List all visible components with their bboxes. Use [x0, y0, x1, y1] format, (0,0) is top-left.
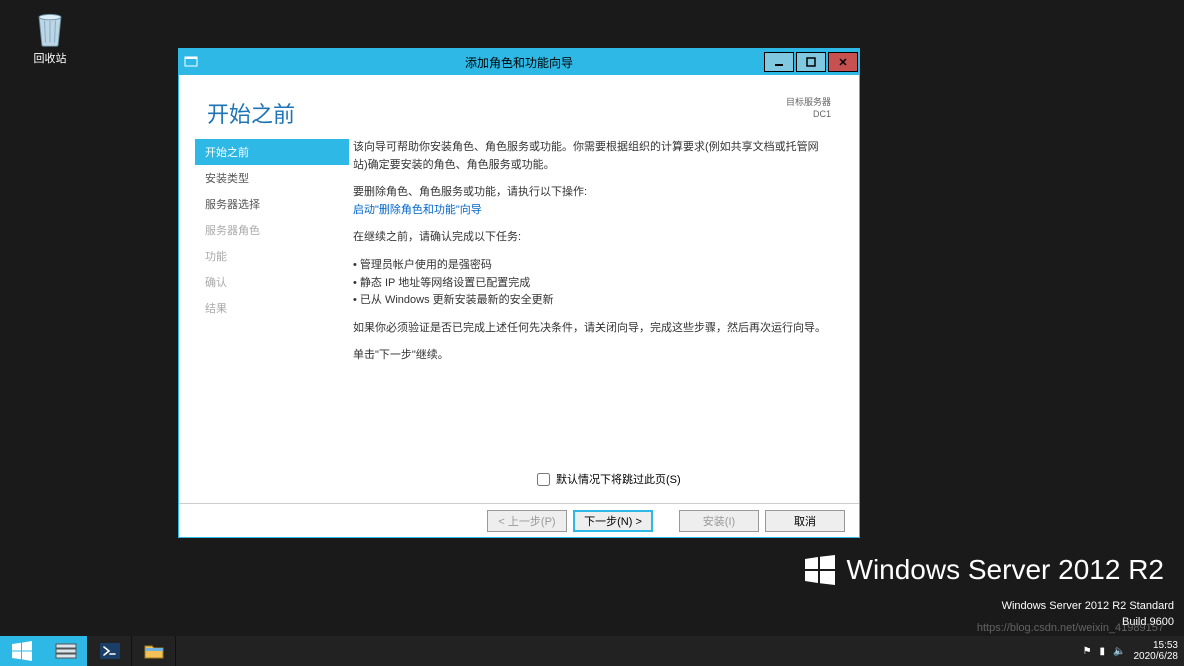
tray-flag-icon[interactable]: ⚑	[1083, 646, 1092, 657]
sidebar-item-before-you-begin[interactable]: 开始之前	[195, 139, 349, 165]
system-tray[interactable]: ⚑ ▮ 🔈 15:53 2020/6/28	[1077, 636, 1184, 666]
taskbar-powershell[interactable]	[88, 636, 132, 666]
page-title: 开始之前	[207, 97, 295, 129]
start-button[interactable]	[0, 636, 44, 666]
wizard-sidebar: 开始之前 安装类型 服务器选择 服务器角色 功能 确认 结果	[179, 133, 349, 563]
maximize-button[interactable]	[796, 52, 826, 72]
previous-button: < 上一步(P)	[487, 510, 567, 532]
cancel-button[interactable]: 取消	[765, 510, 845, 532]
task-list: 管理员帐户使用的是强密码 静态 IP 地址等网络设置已配置完成 已从 Windo…	[353, 257, 831, 310]
tasks-label: 在继续之前，请确认完成以下任务:	[353, 229, 831, 247]
task-item: 静态 IP 地址等网络设置已配置完成	[353, 275, 831, 293]
wizard-footer: < 上一步(P) 下一步(N) > 安装(I) 取消	[179, 503, 859, 537]
task-item: 已从 Windows 更新安装最新的安全更新	[353, 292, 831, 310]
app-icon	[179, 54, 203, 71]
window-title: 添加角色和功能向导	[179, 54, 859, 71]
close-button[interactable]: ✕	[828, 52, 858, 72]
verify-text: 如果你必须验证是否已完成上述任何先决条件，请关闭向导，完成这些步骤，然后再次运行…	[353, 320, 831, 338]
remove-roles-link[interactable]: 启动"删除角色和功能"向导	[353, 204, 482, 216]
recycle-bin-label: 回收站	[20, 50, 80, 66]
taskbar-server-manager[interactable]	[44, 636, 88, 666]
sidebar-item-server-roles: 服务器角色	[195, 217, 349, 243]
wizard-content: 该向导可帮助你安装角色、角色服务或功能。你需要根据组织的计算要求(例如共享文档或…	[349, 133, 859, 563]
sidebar-item-features: 功能	[195, 243, 349, 269]
recycle-bin[interactable]: 回收站	[20, 8, 80, 66]
tray-volume-icon[interactable]: 🔈	[1113, 646, 1125, 657]
sidebar-item-installation-type[interactable]: 安装类型	[195, 165, 349, 191]
activation-status: Windows Server 2012 R2 Standard Build 96…	[1002, 599, 1174, 630]
taskbar[interactable]: ⚑ ▮ 🔈 15:53 2020/6/28	[0, 636, 1184, 666]
install-button: 安装(I)	[679, 510, 759, 532]
sidebar-item-server-selection[interactable]: 服务器选择	[195, 191, 349, 217]
next-button[interactable]: 下一步(N) >	[573, 510, 653, 532]
taskbar-explorer[interactable]	[132, 636, 176, 666]
skip-page-checkbox[interactable]	[537, 473, 550, 486]
target-server: 目标服务器 DC1	[786, 97, 831, 120]
recycle-bin-icon	[31, 8, 69, 48]
add-roles-wizard-window: 添加角色和功能向导 ✕ 开始之前 目标服务器 DC1 开始之前 安装类型 服务器…	[178, 48, 860, 538]
titlebar[interactable]: 添加角色和功能向导 ✕	[179, 49, 859, 75]
taskbar-clock[interactable]: 15:53 2020/6/28	[1134, 640, 1179, 662]
intro-text: 该向导可帮助你安装角色、角色服务或功能。你需要根据组织的计算要求(例如共享文档或…	[353, 139, 831, 174]
skip-page-checkbox-row[interactable]: 默认情况下将跳过此页(S)	[537, 471, 681, 487]
minimize-button[interactable]	[764, 52, 794, 72]
continue-text: 单击"下一步"继续。	[353, 347, 831, 365]
tray-network-icon[interactable]: ▮	[1100, 646, 1106, 657]
task-item: 管理员帐户使用的是强密码	[353, 257, 831, 275]
sidebar-item-confirmation: 确认	[195, 269, 349, 295]
sidebar-item-results: 结果	[195, 295, 349, 321]
